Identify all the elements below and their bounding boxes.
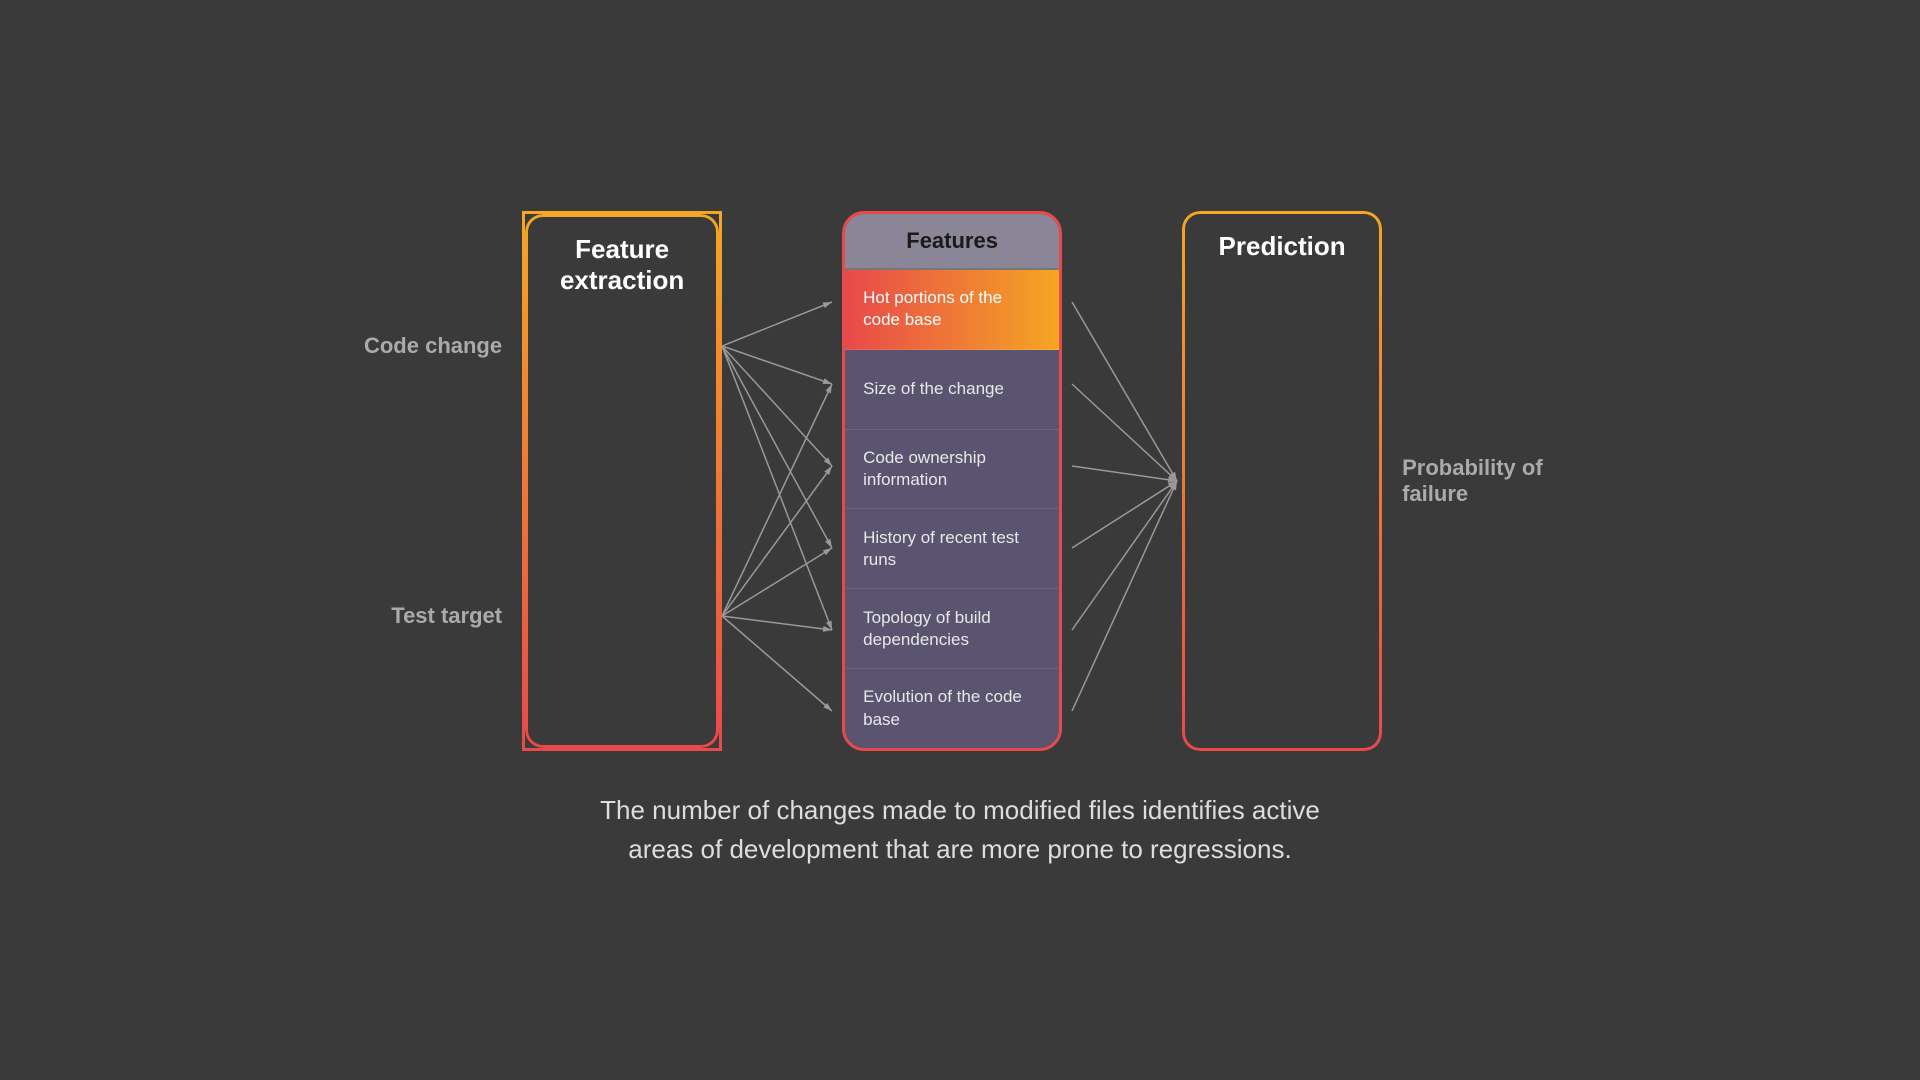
prediction-title: Prediction <box>1219 231 1346 262</box>
feature-extraction-title: Featureextraction <box>560 234 684 296</box>
probability-label: Probability of failure <box>1402 455 1560 507</box>
main-container: Code change Test target Featureextractio… <box>0 211 1920 869</box>
diagram-row: Code change Test target Featureextractio… <box>360 211 1560 751</box>
right-labels: Probability of failure <box>1382 211 1560 751</box>
caption: The number of changes made to modified f… <box>600 791 1320 869</box>
features-header: Features <box>845 214 1059 270</box>
feature-item-history: History of recent test runs <box>845 509 1059 589</box>
feature-item-ownership: Code ownership information <box>845 430 1059 510</box>
feature-item-hot: Hot portions of the code base <box>845 270 1059 350</box>
features-box: Features Hot portions of the code base S… <box>842 211 1062 751</box>
test-target-label: Test target <box>391 603 502 629</box>
arrows-left <box>722 211 842 751</box>
feature-item-evolution: Evolution of the code base <box>845 669 1059 748</box>
arrows-right <box>1062 211 1182 751</box>
prediction-box: Prediction <box>1182 211 1382 751</box>
left-labels: Code change Test target <box>360 211 522 751</box>
feature-item-size: Size of the change <box>845 350 1059 430</box>
right-arrows-svg <box>1062 211 1182 751</box>
features-header-text: Features <box>906 228 998 253</box>
left-arrows-svg <box>722 211 842 751</box>
code-change-label: Code change <box>364 333 502 359</box>
feature-item-topology: Topology of build dependencies <box>845 589 1059 669</box>
features-list: Hot portions of the code base Size of th… <box>845 270 1059 748</box>
feature-extraction-box: Featureextraction <box>522 211 722 751</box>
